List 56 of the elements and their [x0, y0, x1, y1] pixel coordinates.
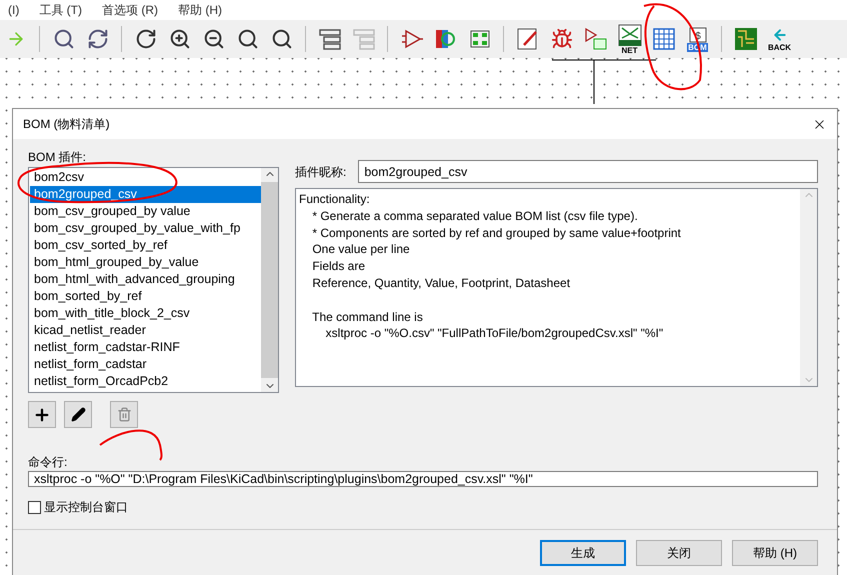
circuit-board-icon[interactable]: [734, 27, 758, 51]
menu-item[interactable]: 工具 (T): [39, 2, 82, 18]
add-button[interactable]: [28, 401, 56, 428]
plugin-list-item[interactable]: netlist_form_cadstar: [30, 356, 261, 373]
zoom-fit-icon[interactable]: [236, 28, 258, 50]
toolbar-icon-label: BACK: [766, 42, 792, 52]
annotate-pencil-icon[interactable]: [516, 27, 540, 51]
hierarchy-icon[interactable]: [318, 28, 342, 50]
plugin-list-item[interactable]: bom_with_title_block_2_csv: [30, 305, 261, 322]
plus-icon: [33, 406, 51, 424]
amplifier-symbol-icon[interactable]: [400, 28, 424, 50]
menu-item[interactable]: 首选项 (R): [102, 2, 158, 18]
grid-table-icon[interactable]: [652, 27, 676, 51]
plugin-list-item[interactable]: bom_html_grouped_by_value: [30, 254, 261, 271]
zoom-in-icon[interactable]: [168, 28, 190, 50]
dialog-button[interactable]: 帮助 (H): [732, 540, 818, 566]
menu-item[interactable]: (I): [8, 3, 20, 17]
symbol-footprint-icon[interactable]: [584, 27, 608, 51]
plugin-list-item[interactable]: kicad_netlist_reader: [30, 322, 261, 339]
checkbox-label: 显示控制台窗口: [44, 499, 128, 515]
zoom-out-icon[interactable]: [202, 28, 224, 50]
toolbar-icon-label: NET: [620, 46, 638, 54]
dialog-button[interactable]: 生成: [540, 540, 626, 566]
checkbox[interactable]: [28, 500, 41, 514]
command-label: 命令行:: [28, 454, 68, 470]
description-box[interactable]: [295, 188, 818, 387]
edit-button[interactable]: [64, 401, 92, 428]
menu-item[interactable]: 帮助 (H): [178, 2, 222, 18]
zoom-area-icon[interactable]: [270, 28, 292, 50]
net-icon[interactable]: [618, 24, 642, 46]
trash-icon: [116, 407, 132, 422]
nickname-field[interactable]: bom2grouped_csv: [358, 160, 818, 183]
nickname-label: 插件昵称:: [295, 164, 346, 180]
dialog-title: BOM (物料清单): [23, 116, 110, 132]
plugin-list-item[interactable]: bom2csv: [30, 169, 261, 186]
plugin-list-item[interactable]: bom_csv_grouped_by_value_with_fp: [30, 220, 261, 237]
plugins-label: BOM 插件:: [28, 149, 88, 165]
refresh-icon[interactable]: [86, 28, 108, 50]
plugin-list-item[interactable]: bom2grouped_csv: [30, 186, 261, 203]
command-field[interactable]: xsltproc -o "%O" "D:\Program Files\KiCad\bin\scripting\plugins\bom2grouped_csv.xsl" "%I": [28, 471, 818, 487]
plugin-list-item[interactable]: netlist_form_OrcadPcb2: [30, 373, 261, 390]
ladybug-icon[interactable]: [550, 28, 572, 50]
plugin-list-item[interactable]: bom_csv_sorted_by_ref: [30, 237, 261, 254]
zoom-page-icon[interactable]: [52, 28, 74, 50]
footprint-icon[interactable]: [468, 28, 492, 50]
pencil-icon: [70, 407, 86, 422]
plugin-list-item[interactable]: netlist_form_cadstar-RINF: [30, 339, 261, 356]
description-text: Functionality: * Generate a comma separated value BOM list (csv file type). * Components are sorted by ref and grouped by same value+footprint One value per line Fields are Reference, Quantity, Value, Footprint, Datasheet The command line is xsltproc -o "%O.csv" "FullPathToFile/bom2groupedCsv.xsl" "%I": [298, 191, 682, 342]
delete-button[interactable]: [110, 401, 138, 428]
scrollbar[interactable]: [261, 168, 278, 392]
library-browser-icon[interactable]: [434, 27, 458, 51]
rotate-icon[interactable]: [134, 28, 156, 50]
plugin-list-item[interactable]: bom_sorted_by_ref: [30, 288, 261, 305]
plugin-list-item[interactable]: bom_csv_grouped_by value: [30, 203, 261, 220]
dialog-button[interactable]: 关闭: [636, 540, 722, 566]
plugin-list-item[interactable]: bom_html_with_advanced_grouping: [30, 271, 261, 288]
